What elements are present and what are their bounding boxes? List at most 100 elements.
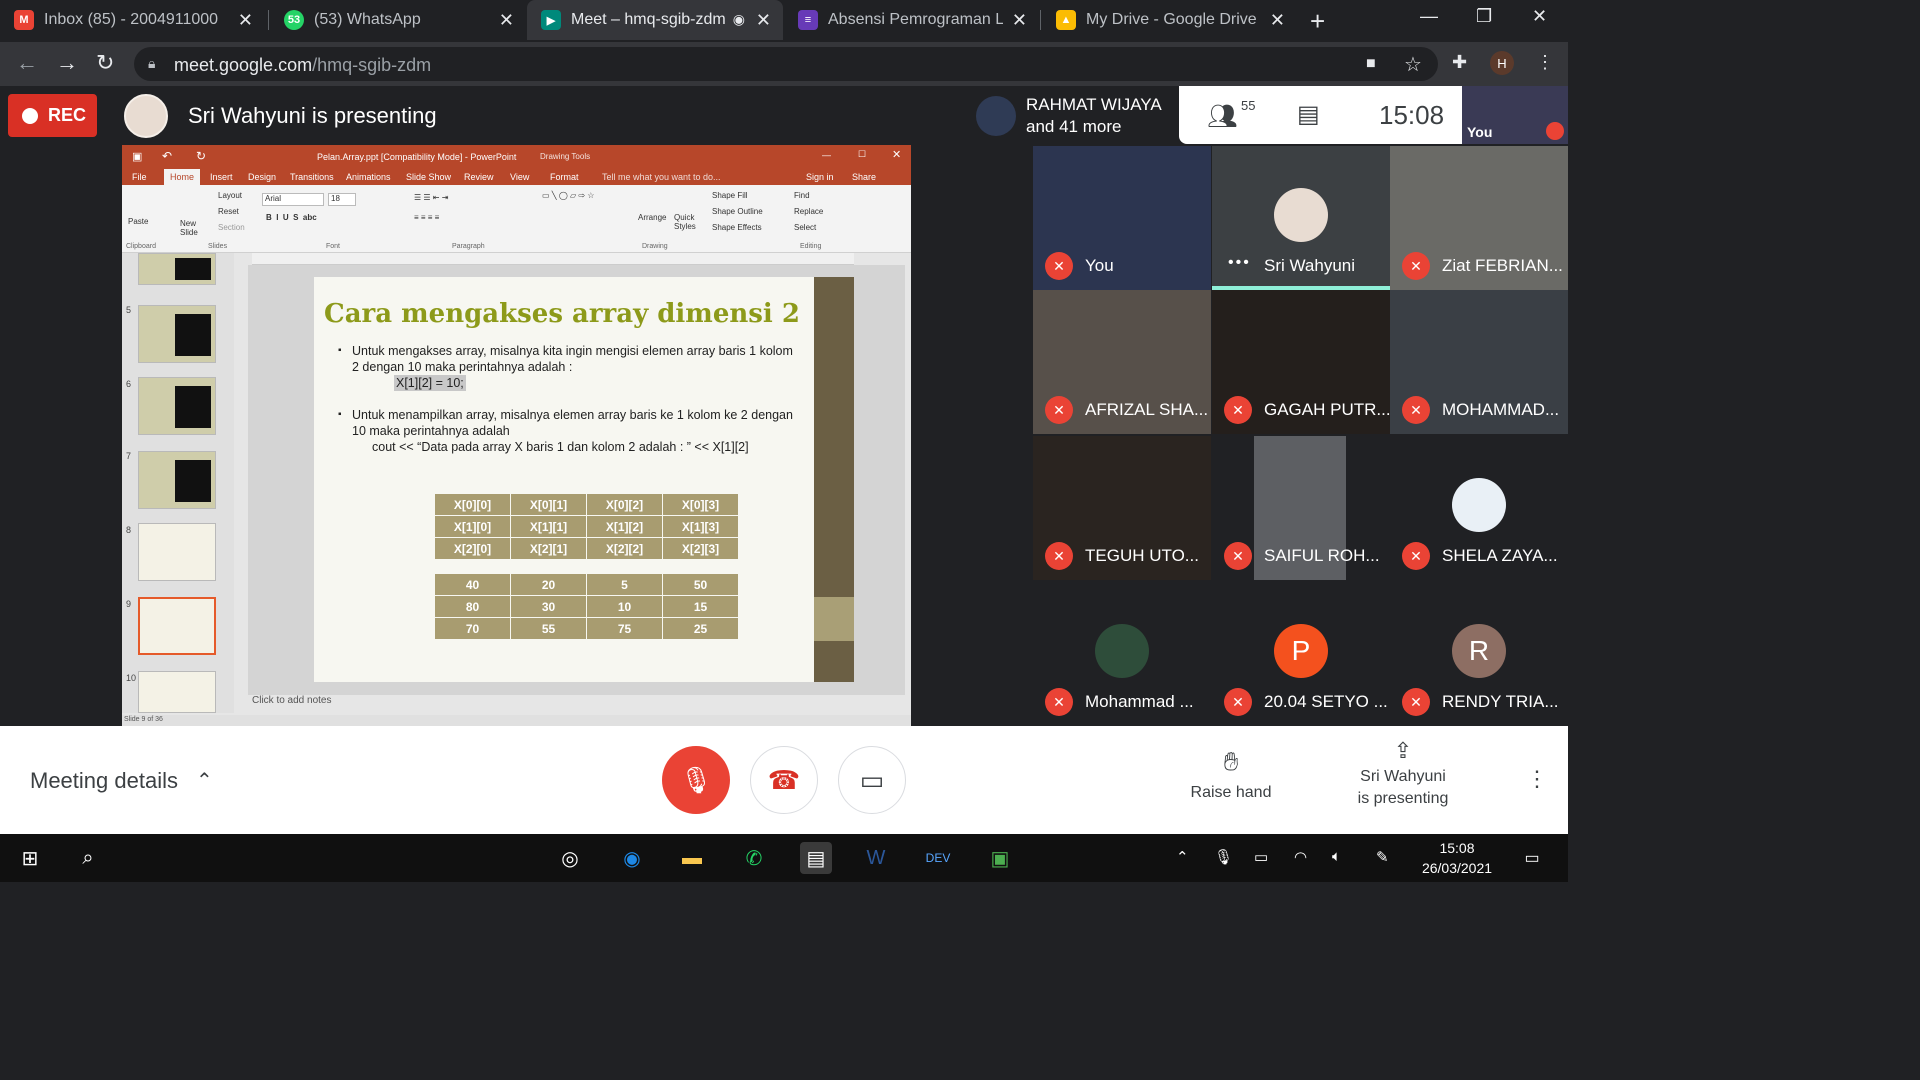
mic-off-icon: ✕ [1402,542,1430,570]
meeting-details-button[interactable]: Meeting details [30,768,178,794]
participant-tile[interactable]: P ✕ 20.04 SETYO ... [1212,582,1390,726]
dev-cpp-icon[interactable]: DEV [922,842,954,874]
notification-icon[interactable]: ▭ [1516,842,1548,874]
forms-icon: ≡ [798,10,818,30]
drive-icon: ▲ [1056,10,1076,30]
pinned-more: and 41 more [1026,117,1122,136]
slide-thumbnail [138,451,216,509]
redo-icon: ↻ [196,149,207,163]
participant-tile[interactable]: ✕ SHELA ZAYA... [1390,436,1568,580]
leave-call-button[interactable]: ☎︎ [750,746,818,814]
word-icon[interactable]: W [860,842,892,874]
participant-tile[interactable]: ✕ SAIFUL ROH... [1212,436,1390,580]
participant-tile-you[interactable]: ✕ You [1033,146,1211,290]
edge-icon[interactable]: ◉ [616,842,648,874]
chevron-up-icon[interactable]: ⌃ [196,768,213,793]
url-host: meet.google.com [174,55,313,75]
mic-off-icon: 🎙︎ [679,764,713,795]
bookmark-star-icon[interactable]: ☆ [1404,52,1422,77]
chevron-up-icon[interactable]: ⌃ [1176,848,1189,866]
close-tab-icon[interactable]: ✕ [756,10,771,31]
wifi-icon[interactable]: ◠ [1294,848,1307,866]
pen-icon[interactable]: ✎ [1376,848,1389,866]
camera-toggle-button[interactable]: ▭ [838,746,906,814]
whatsapp-icon: 53 [284,10,304,30]
participant-tile[interactable]: ✕ Ziat FEBRIAN... [1390,146,1568,290]
participant-tile[interactable]: ✕ Mohammad ... [1033,582,1211,726]
battery-icon[interactable]: ▭ [1254,848,1268,866]
windows-taskbar: ⊞ ⌕ ◎ ◉ ▬ ✆ ▤ W DEV ▣ ⌃ 🎙︎ ▭ ◠ 🔈︎ ✎ 15:0… [0,834,1568,882]
maximize-icon: ☐ [858,149,867,159]
file-explorer-icon[interactable]: ▬ [676,842,708,874]
volume-icon[interactable]: 🔈︎ [1332,848,1341,865]
tab-absensi[interactable]: ≡ Absensi Pemrograman Lanj ✕ [784,0,1039,40]
extensions-icon[interactable]: ✚ [1452,52,1467,73]
raise-hand-button[interactable]: ✋︎ Raise hand [1186,746,1276,802]
more-options-icon[interactable]: ⋮ [1526,766,1548,792]
shared-screen: ▣ ↶ ↻ Pelan.Array.ppt [Compatibility Mod… [122,145,911,726]
profile-avatar[interactable]: H [1490,51,1514,75]
tab-meet[interactable]: ▶ Meet – hmq-sgib-zdm ◉ ✕ [527,0,783,40]
avatar [1274,188,1328,242]
mic-off-icon [1546,122,1564,140]
close-tab-icon[interactable]: ✕ [499,10,514,31]
ppt-statusbar: Slide 9 of 36 [122,715,911,726]
address-bar[interactable]: 🔒︎ meet.google.com/hmq-sgib-zdm ■ ☆ [134,47,1438,81]
restore-icon[interactable]: ❐ [1476,6,1492,27]
chat-icon[interactable]: ▤ [1297,100,1320,129]
participant-tile[interactable]: R ✕ RENDY TRIA... [1390,582,1568,726]
app-icon[interactable]: ◎ [554,842,586,874]
whatsapp-icon[interactable]: ✆ [738,842,770,874]
powerpoint-icon[interactable]: ▤ [800,842,832,874]
microphone-icon[interactable]: 🎙︎ [1214,848,1233,866]
new-tab-icon[interactable]: + [1310,6,1325,37]
slide-thumbnail [138,523,216,581]
slide-thumbnail [138,253,216,285]
app-icon[interactable]: ▣ [984,842,1016,874]
recording-badge: REC [8,94,97,137]
minimize-icon[interactable]: — [1420,6,1438,27]
participant-tile[interactable]: ✕ MOHAMMAD... [1390,290,1568,434]
self-view-thumbnail[interactable]: You [1462,86,1568,144]
participant-tile[interactable]: ✕ TEGUH UTO... [1033,436,1211,580]
close-window-icon[interactable]: ✕ [1532,6,1547,27]
bullet-display: Untuk menampilkan array, misalnya elemen… [338,407,802,439]
code-assign: X[1][2] = 10; [394,375,466,391]
slide-thumbnail [138,377,216,435]
close-tab-icon[interactable]: ✕ [1012,10,1027,31]
participant-tile[interactable]: ✕ AFRIZAL SHA... [1033,290,1211,434]
people-icon[interactable]: 👥︎ [1207,102,1237,131]
participant-tile[interactable]: ✕ GAGAH PUTR... [1212,290,1390,434]
close-icon: ✕ [892,149,902,161]
tab-drive[interactable]: ▲ My Drive - Google Drive ✕ [1042,0,1297,40]
minimize-icon: — [822,150,831,160]
slide-thumbnail-selected [138,597,216,655]
mic-off-icon: ✕ [1045,688,1073,716]
browser-menu-icon[interactable]: ⋮ [1536,52,1554,73]
windows-start-icon[interactable]: ⊞ [14,842,46,874]
tab-gmail[interactable]: M Inbox (85) - 200491100012 ✕ [0,0,265,40]
reload-icon[interactable]: ↻ [96,50,114,76]
presentation-button[interactable]: ⇪ Sri Wahyuni is presenting [1348,740,1458,810]
close-tab-icon[interactable]: ✕ [238,10,253,31]
tab-whatsapp[interactable]: 53 (53) WhatsApp ✕ [270,0,526,40]
back-icon[interactable]: ← [16,50,38,76]
camera-in-use-icon[interactable]: ■ [1366,55,1376,73]
record-dot-icon [22,107,38,124]
slide-thumbnails-pane: 5 6 7 8 9 10 [122,253,234,713]
mic-toggle-button[interactable]: 🎙︎ [662,746,730,814]
present-screen-icon: ⇪ [1393,738,1413,763]
taskbar-clock[interactable]: 15:08 26/03/2021 [1412,838,1502,878]
hand-icon: ✋︎ [1223,746,1239,776]
ppt-ribbon: Paste New Slide Layout Reset Section Ari… [122,185,911,253]
search-icon[interactable]: ⌕ [72,842,104,874]
undo-icon: ↶ [162,149,173,163]
close-tab-icon[interactable]: ✕ [1270,10,1285,31]
mic-off-icon: ✕ [1402,396,1430,424]
pinned-participant-card[interactable]: RAHMAT WIJAYA and 41 more [968,86,1180,146]
forward-icon[interactable]: → [56,50,78,76]
save-icon: ▣ [132,151,143,163]
notes-placeholder: Click to add notes [252,695,332,706]
mic-off-icon: ✕ [1402,688,1430,716]
participant-tile-sri-wahyuni[interactable]: ••• Sri Wahyuni [1212,146,1390,290]
